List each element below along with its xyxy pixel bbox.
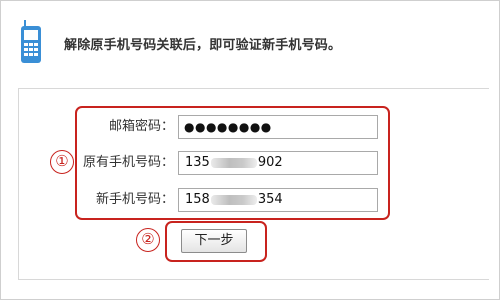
header-message: 解除原手机号码关联后，即可验证新手机号码。 bbox=[64, 38, 342, 53]
step-1-marker: ① bbox=[50, 150, 74, 174]
annotation-box-fields bbox=[75, 106, 390, 220]
next-step-button[interactable]: 下一步 bbox=[181, 229, 247, 253]
step-2-marker: ② bbox=[136, 228, 160, 252]
mobile-phone-icon bbox=[21, 20, 41, 63]
